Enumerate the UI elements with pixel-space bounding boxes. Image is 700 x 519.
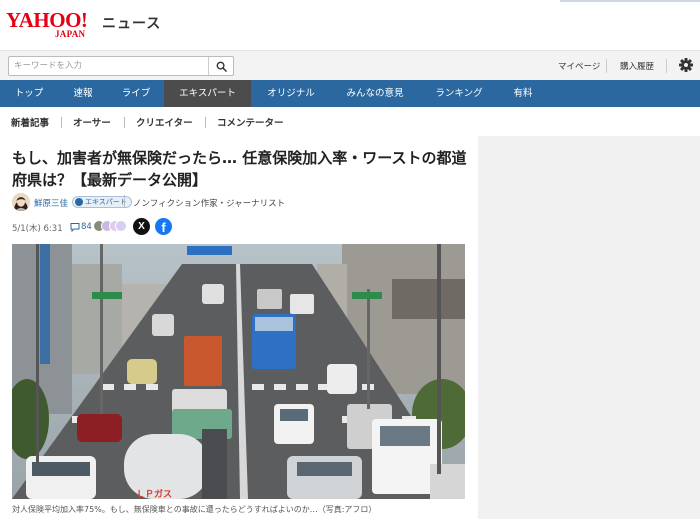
nav-tab-top[interactable]: トップ — [0, 80, 58, 107]
share-facebook-button[interactable]: f — [155, 218, 172, 235]
news-section-title[interactable]: ニュース — [102, 13, 161, 33]
utility-divider — [606, 59, 607, 73]
masthead: YAHOO! JAPAN ニュース — [0, 0, 700, 50]
subnav-divider — [205, 117, 206, 128]
photo-caption: 対人保険平均加入率75%。もし、無保険車との事故に遭ったらどうすればよいのか…（… — [12, 505, 377, 514]
expert-badge: エキスパート — [72, 196, 132, 208]
subnav-latest[interactable]: 新着記事 — [11, 115, 49, 129]
author-title: ノンフィクション作家・ジャーナリスト — [133, 199, 286, 209]
author-divider — [124, 195, 125, 208]
author-name[interactable]: 鮮原三佳 — [34, 197, 68, 209]
subnav-authors[interactable]: オーサー — [73, 115, 111, 129]
reaction-avatars[interactable] — [93, 220, 127, 233]
comment-count[interactable]: 84 — [81, 222, 92, 232]
top-accent-line — [560, 0, 700, 2]
search-input[interactable] — [9, 57, 209, 75]
search-icon — [216, 61, 227, 72]
facebook-logo-icon: f — [161, 220, 166, 235]
search-bar: マイページ 購入履歴 — [0, 50, 700, 80]
logo-subtext: JAPAN — [55, 29, 86, 39]
subnav-creators[interactable]: クリエイター — [136, 115, 193, 129]
truck-lettering: ＬＰガス — [136, 488, 172, 499]
x-logo-icon: X — [138, 221, 145, 232]
article-title: もし、加害者が無保険だったら… 任意保険加入率・ワーストの都道府県は？【最新デー… — [12, 149, 467, 189]
author-avatar[interactable] — [12, 193, 30, 211]
nav-tab-opinions[interactable]: みんなの意見 — [331, 80, 419, 107]
share-x-button[interactable]: X — [133, 218, 150, 235]
nav-tab-original[interactable]: オリジナル — [251, 80, 331, 107]
mypage-link[interactable]: マイページ — [558, 60, 600, 72]
search-button[interactable] — [208, 57, 233, 75]
sub-nav: 新着記事 オーサー クリエイター コメンテーター — [0, 107, 700, 136]
search-box — [8, 56, 234, 76]
article-card: もし、加害者が無保険だったら… 任意保険加入率・ワーストの都道府県は？【最新デー… — [0, 136, 478, 519]
nav-tab-expert[interactable]: エキスパート — [164, 80, 251, 107]
subnav-divider — [61, 117, 62, 128]
right-column — [478, 136, 700, 519]
nav-tab-live[interactable]: ライブ — [108, 80, 164, 107]
comment-icon[interactable] — [70, 222, 80, 232]
article-photo[interactable]: ＬＰガス — [12, 244, 465, 499]
main-nav: トップ 速報 ライブ エキスパート オリジナル みんなの意見 ランキング 有料 — [0, 80, 700, 107]
utility-divider — [666, 59, 667, 73]
subnav-commentators[interactable]: コメンテーター — [217, 115, 284, 129]
yahoo-japan-logo[interactable]: YAHOO! JAPAN — [6, 10, 88, 39]
publish-date: 5/1(木) 6:31 — [12, 224, 63, 234]
nav-tab-paid[interactable]: 有料 — [499, 80, 547, 107]
author-portrait-icon — [12, 193, 30, 211]
subnav-divider — [124, 117, 125, 128]
gear-icon[interactable] — [678, 57, 694, 73]
expert-badge-label: エキスパート — [85, 198, 127, 206]
purchase-history-link[interactable]: 購入履歴 — [620, 60, 654, 72]
reaction-avatar-icon — [115, 220, 127, 232]
nav-tab-breaking[interactable]: 速報 — [58, 80, 108, 107]
nav-tab-ranking[interactable]: ランキング — [419, 80, 499, 107]
check-badge-icon — [75, 198, 83, 206]
